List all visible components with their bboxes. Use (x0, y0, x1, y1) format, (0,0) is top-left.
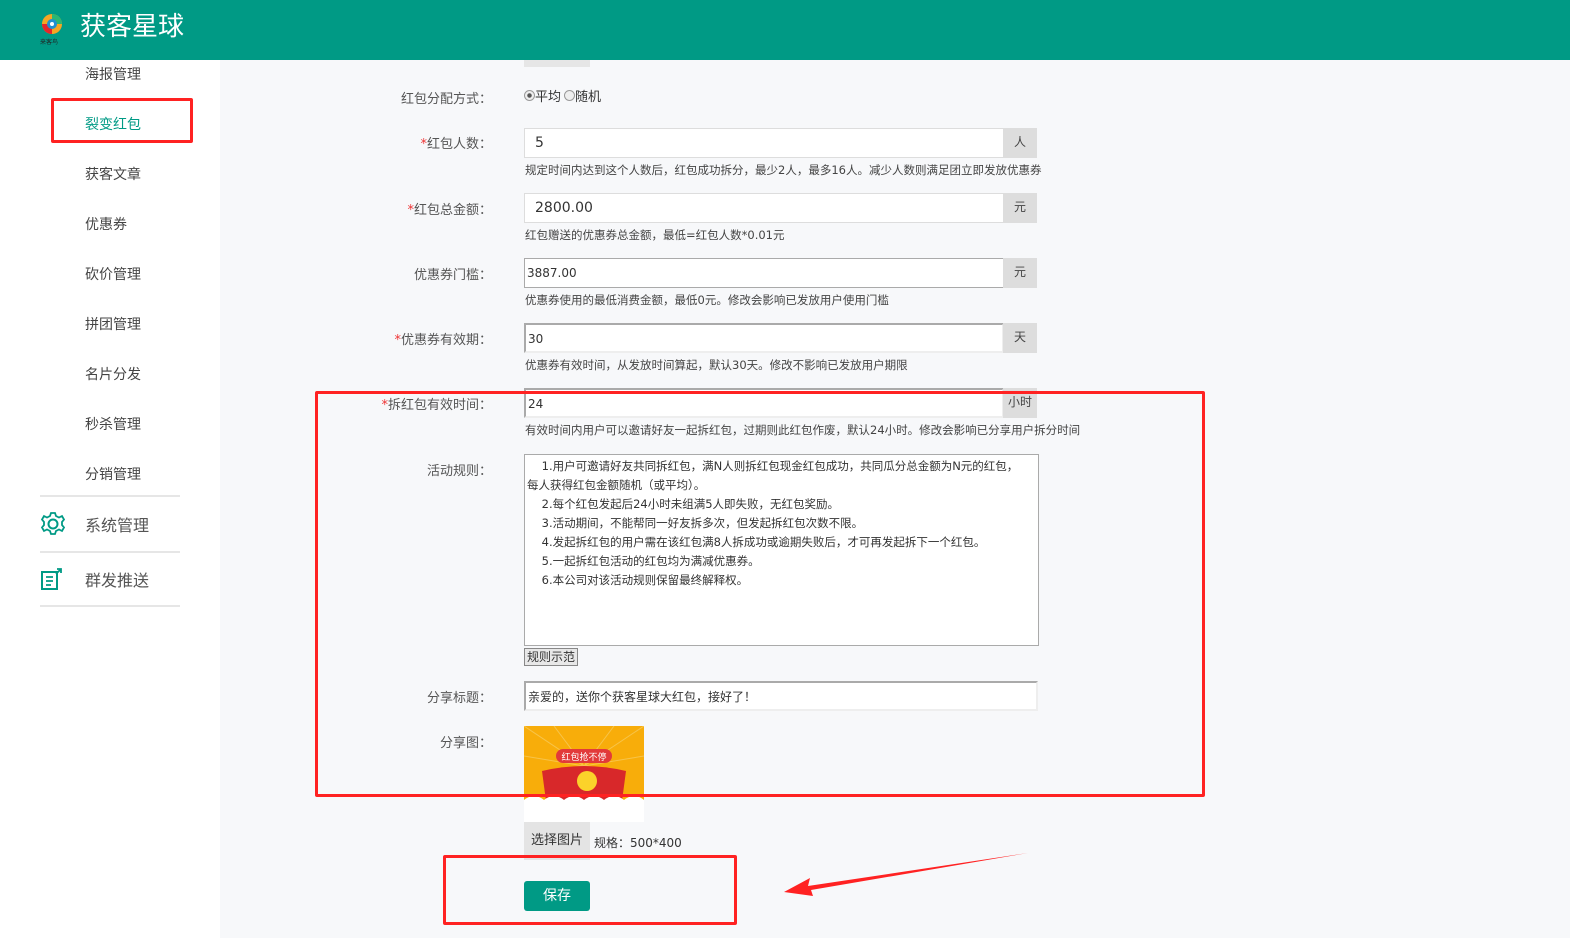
count-label: *红包人数： (420, 137, 492, 152)
gear-icon (40, 512, 66, 535)
open-time-hint: 有效时间内用户可以邀请好友一起拆红包，过期则此红包作废，默认24小时。修改会影响… (525, 423, 1081, 437)
total-label: *红包总金额： (407, 203, 492, 218)
choose-image-button[interactable]: 选择图片 (524, 822, 590, 860)
sidebar-item-distribution[interactable]: 分销管理 (85, 464, 141, 484)
count-input[interactable]: 5 (524, 128, 1004, 158)
rules-label: 活动规则： (426, 464, 492, 479)
sidebar-group-broadcast[interactable]: 群发推送 (40, 551, 180, 607)
rules-line: 每人获得红包金额随机（或平均）。 (527, 478, 706, 492)
rules-line: 2.每个红包发起后24小时未组满5人即失败，无红包奖励。 (527, 497, 840, 511)
publish-icon (41, 568, 62, 590)
rules-line: 3.活动期间，不能帮同一好友拆多次，但发起拆红包次数不限。 (527, 516, 864, 530)
svg-text:红包抢不停: 红包抢不停 (561, 751, 606, 763)
threshold-unit: 元 (1003, 258, 1037, 288)
rules-line: 6.本公司对该活动规则保留最终解释权。 (527, 573, 749, 587)
share-title-input[interactable]: 亲爱的，送你个获客星球大红包，接好了！ (524, 681, 1038, 711)
rules-textarea[interactable]: 1.用户可邀请好友共同拆红包，满N人则拆红包现金红包成功，共同瓜分总金额为N元的… (524, 454, 1039, 646)
open-time-label: *拆红包有效时间： (381, 398, 492, 413)
share-image-label: 分享图： (439, 736, 492, 751)
sidebar-item-group-buy[interactable]: 拼团管理 (85, 314, 141, 334)
sidebar-group-system[interactable]: 系统管理 (40, 495, 180, 551)
annotation-box-save (443, 855, 737, 925)
radio-average-label: 平均 (535, 90, 562, 105)
open-time-unit: 小时 (1003, 388, 1037, 418)
save-button[interactable]: 保存 (524, 881, 590, 911)
rules-example-button[interactable]: 规则示范 (524, 648, 579, 666)
count-unit: 人 (1003, 128, 1037, 158)
sidebar: 海报管理 裂变红包 获客文章 优惠券 砍价管理 拼团管理 名片分发 秒杀管理 分… (0, 60, 220, 938)
sidebar-group-label: 系统管理 (85, 516, 150, 535)
annotation-arrow-icon (784, 853, 1028, 896)
top-bar: 来客鸟 获客星球 (0, 0, 1570, 60)
image-spec: 规格：500*400 (594, 836, 682, 850)
sidebar-item-card[interactable]: 名片分发 (85, 364, 141, 384)
radio-random-label: 随机 (575, 90, 602, 105)
previous-field-remnant (524, 60, 590, 67)
distribution-radio-group: 平均 随机 (524, 86, 601, 105)
count-hint: 规定时间内达到这个人数后，红包成功拆分，最少2人，最多16人。减少人数则满足团立… (525, 163, 1042, 177)
total-unit: 元 (1003, 193, 1037, 223)
sidebar-item-coupons[interactable]: 优惠券 (85, 214, 127, 234)
rules-line: 5.一起拆红包活动的红包均为满减优惠券。 (527, 554, 760, 568)
sidebar-item-bargain[interactable]: 砍价管理 (85, 264, 141, 284)
validity-label: *优惠券有效期： (394, 333, 492, 348)
validity-unit: 天 (1003, 323, 1037, 353)
radio-random[interactable] (564, 90, 576, 101)
threshold-hint: 优惠券使用的最低消费金额，最低0元。修改会影响已发放用户使用门槛 (525, 293, 889, 307)
share-title-label: 分享标题： (426, 691, 492, 706)
rules-line: 1.用户可邀请好友共同拆红包，满N人则拆红包现金红包成功，共同瓜分总金额为N元的… (527, 459, 1019, 473)
svg-text:来客鸟: 来客鸟 (40, 38, 58, 46)
app-title: 获客星球 (80, 12, 185, 42)
sidebar-item-fission-redpacket[interactable]: 裂变红包 (85, 114, 141, 134)
sidebar-item-articles[interactable]: 获客文章 (85, 164, 141, 184)
distribution-label: 红包分配方式： (400, 92, 492, 107)
threshold-label: 优惠券门槛： (413, 268, 492, 283)
sidebar-group-label: 群发推送 (85, 571, 150, 590)
open-time-input[interactable]: 24 (524, 388, 1004, 418)
radio-average[interactable] (524, 90, 535, 101)
total-hint: 红包赠送的优惠券总金额，最低=红包人数*0.01元 (525, 228, 785, 242)
logo-icon: 来客鸟 (40, 14, 62, 46)
share-image-preview: 红包抢不停 (524, 726, 644, 822)
threshold-input[interactable]: 3887.00 (524, 258, 1004, 288)
sidebar-item-flash-sale[interactable]: 秒杀管理 (85, 414, 141, 434)
validity-input[interactable]: 30 (524, 323, 1004, 353)
total-input[interactable]: 2800.00 (524, 193, 1004, 223)
sidebar-item-poster[interactable]: 海报管理 (85, 64, 141, 84)
rules-line: 4.发起拆红包的用户需在该红包满8人拆成功或逾期失败后，才可再发起拆下一个红包。 (527, 535, 986, 549)
validity-hint: 优惠券有效时间，从发放时间算起，默认30天。修改不影响已发放用户期限 (525, 358, 908, 372)
